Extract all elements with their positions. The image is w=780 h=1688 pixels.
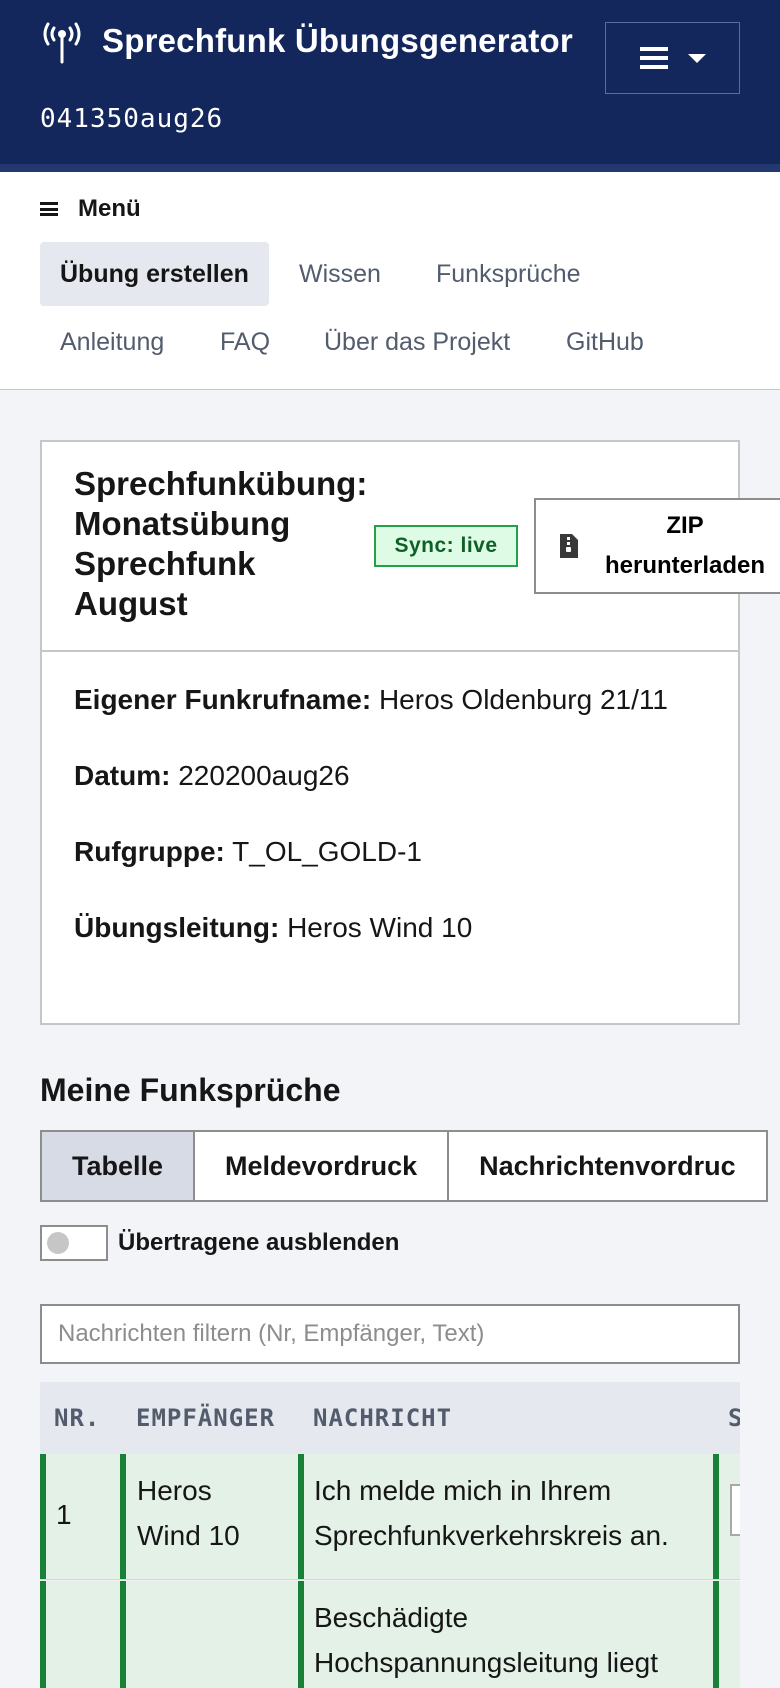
- cell-empfaenger: Heros Wind 10: [137, 1454, 240, 1579]
- main-menu-button[interactable]: [605, 22, 740, 94]
- caret-down-icon: [687, 53, 706, 63]
- info-value: Heros Oldenburg 21/11: [378, 684, 668, 715]
- main-navigation: Menü Übung erstellen Wissen Funksprüche …: [0, 172, 780, 390]
- hide-transmitted-row: Übertragene ausblenden: [40, 1224, 399, 1262]
- tab-tabelle[interactable]: Tabelle: [40, 1130, 196, 1202]
- info-label: Rufgruppe:: [74, 836, 225, 867]
- exercise-card-header: Sprechfunkübung: Monatsübung Sprechfunk …: [42, 442, 780, 652]
- messages-table: NR. EMPFÄNGER NACHRICHT S 1 Heros Wind 1…: [40, 1382, 740, 1688]
- nav-item-anleitung[interactable]: Anleitung: [40, 310, 184, 374]
- message-filter-input[interactable]: [40, 1304, 740, 1364]
- app-header: Sprechfunk Übungsgenerator 041350aug26: [0, 0, 780, 172]
- nav-item-ueber-das-projekt[interactable]: Über das Projekt: [304, 310, 530, 374]
- row-status-bar: [298, 1454, 304, 1579]
- messages-section-title: Meine Funksprüche: [40, 1072, 341, 1108]
- column-header-empfaenger[interactable]: EMPFÄNGER: [136, 1382, 275, 1454]
- cell-line: Hochspannungsleitung liegt: [314, 1647, 659, 1678]
- nav-menu-label: Menü: [78, 195, 141, 222]
- table-row[interactable]: 1 Heros Wind 10 Ich melde mich in Ihrem …: [40, 1454, 740, 1580]
- row-status-bar: [40, 1454, 46, 1579]
- hamburger-icon: [639, 47, 668, 69]
- app-title: Sprechfunk Übungsgenerator: [40, 18, 573, 64]
- cell-nachricht: Ich melde mich in Ihrem Sprechfunkverkeh…: [314, 1454, 669, 1579]
- nav-item-faq[interactable]: FAQ: [200, 310, 290, 374]
- exercise-details: Eigener Funkrufname: Heros Oldenburg 21/…: [74, 682, 714, 986]
- header-timestamp: 041350aug26: [40, 104, 224, 134]
- nav-item-uebung-erstellen[interactable]: Übung erstellen: [40, 242, 269, 306]
- hide-transmitted-label: Übertragene ausblenden: [118, 1229, 400, 1256]
- hide-transmitted-toggle[interactable]: [40, 1225, 108, 1261]
- zip-download-label: ZIP herunterladen: [604, 512, 766, 579]
- header-divider: [0, 164, 780, 172]
- row-status-bar: [713, 1581, 719, 1688]
- cell-nachricht: Beschädigte Hochspannungsleitung liegt: [314, 1581, 658, 1688]
- app-title-text: Sprechfunk Übungsgenerator: [102, 22, 573, 59]
- transmitted-checkbox[interactable]: [730, 1484, 740, 1536]
- row-status-bar: [120, 1454, 126, 1579]
- nav-menu-toggle[interactable]: Menü: [40, 192, 141, 226]
- menu-icon: [40, 202, 58, 216]
- info-label: Datum:: [74, 760, 171, 791]
- row-status-bar: [713, 1454, 719, 1579]
- info-rufgruppe: Rufgruppe: T_OL_GOLD-1: [74, 834, 714, 910]
- exercise-card: Sprechfunkübung: Monatsübung Sprechfunk …: [40, 440, 780, 1025]
- column-header-status[interactable]: S: [728, 1382, 740, 1454]
- file-zip-icon: [560, 534, 578, 558]
- nav-item-funksprueche[interactable]: Funksprüche: [416, 242, 601, 306]
- info-value: Heros Wind 10: [287, 912, 473, 943]
- cell-line: Beschädigte: [314, 1602, 469, 1633]
- row-status-bar: [40, 1581, 46, 1688]
- tab-nachrichtenvordruck[interactable]: Nachrichtenvordruc: [447, 1130, 768, 1202]
- zip-download-button[interactable]: ZIP herunterladen: [534, 498, 780, 594]
- info-uebungsleitung: Übungsleitung: Heros Wind 10: [74, 910, 714, 986]
- cell-line: Ich melde mich in Ihrem: [314, 1475, 612, 1506]
- exercise-title: Sprechfunkübung: Monatsübung Sprechfunk …: [74, 465, 368, 622]
- info-value: T_OL_GOLD-1: [232, 836, 422, 867]
- row-status-bar: [120, 1581, 126, 1688]
- tab-meldevordruck[interactable]: Meldevordruck: [193, 1130, 450, 1202]
- cell-line: Heros: [137, 1475, 212, 1506]
- table-row[interactable]: Beschädigte Hochspannungsleitung liegt: [40, 1581, 740, 1688]
- cell-line: Sprechfunkverkehrskreis an.: [314, 1520, 669, 1551]
- table-header: NR. EMPFÄNGER NACHRICHT S: [40, 1382, 740, 1454]
- radio-tower-icon: [43, 22, 81, 64]
- info-funkrufname: Eigener Funkrufname: Heros Oldenburg 21/…: [74, 682, 714, 758]
- info-label: Eigener Funkrufname:: [74, 684, 372, 715]
- cell-nr: 1: [56, 1499, 72, 1530]
- column-header-nr[interactable]: NR.: [54, 1382, 100, 1454]
- row-status-bar: [298, 1581, 304, 1688]
- nav-item-github[interactable]: GitHub: [546, 310, 664, 374]
- cell-line: Wind 10: [137, 1520, 240, 1551]
- sync-status-badge: Sync: live: [374, 525, 518, 567]
- view-tabs: Tabelle Meldevordruck Nachrichtenvordruc: [40, 1130, 768, 1204]
- info-datum: Datum: 220200aug26: [74, 758, 714, 834]
- nav-item-wissen[interactable]: Wissen: [279, 242, 401, 306]
- column-header-nachricht[interactable]: NACHRICHT: [313, 1382, 452, 1454]
- toggle-knob: [47, 1232, 69, 1254]
- info-label: Übungsleitung:: [74, 912, 280, 943]
- info-value: 220200aug26: [178, 760, 350, 791]
